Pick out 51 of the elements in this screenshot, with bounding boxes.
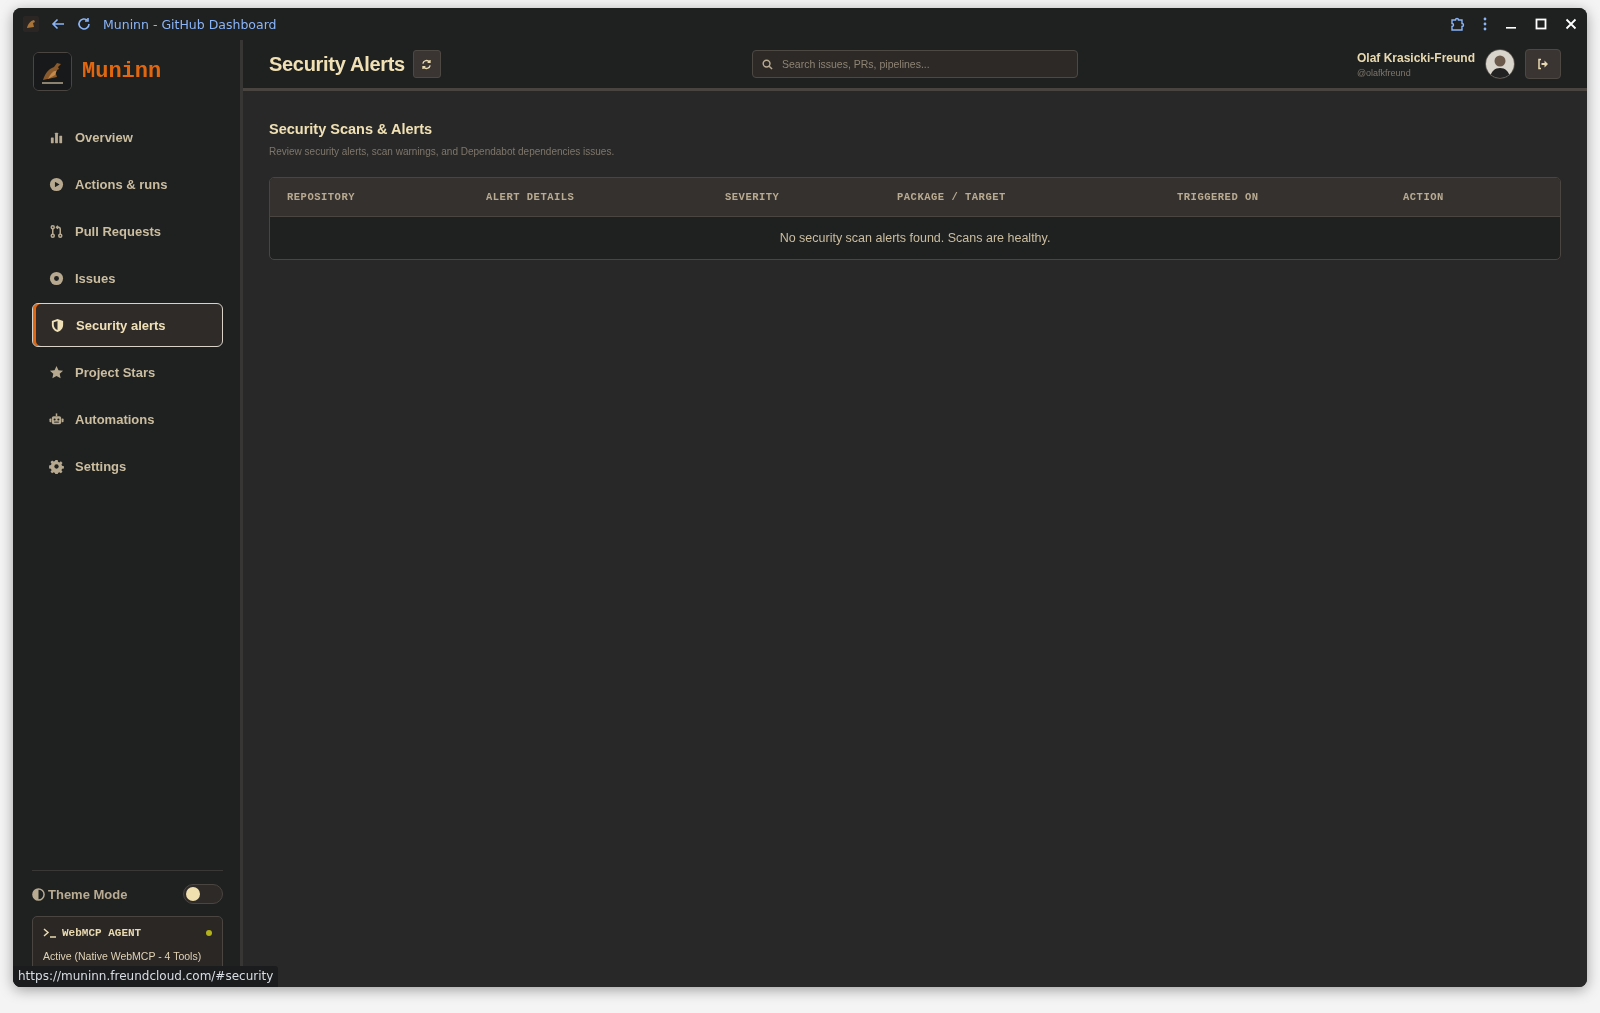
column-header: TRIGGERED ON <box>1177 191 1260 203</box>
logout-icon <box>1537 58 1549 70</box>
empty-message: No security scan alerts found. Scans are healthy. <box>779 231 1051 245</box>
column-header: PACKAGE / TARGET <box>897 191 1007 203</box>
column-header: ACTION <box>1403 191 1445 203</box>
user-handle: @olafkfreund <box>1356 67 1412 78</box>
column-header: ALERT DETAILS <box>486 191 576 203</box>
theme-mode-label: Theme Mode <box>48 886 128 902</box>
brand-name: Muninn <box>82 59 162 84</box>
raven-logo <box>33 52 72 91</box>
app-icon <box>23 16 39 32</box>
agent-status: Active (Native WebMCP - 4 Tools) <box>43 950 203 962</box>
robot-icon <box>49 411 64 427</box>
terminal-icon <box>43 928 56 938</box>
user-name: Olaf Krasicki-Freund <box>1356 50 1475 65</box>
nav-item[interactable]: Automations <box>32 397 223 441</box>
column-header: REPOSITORY <box>287 191 356 203</box>
section-description: Review security alerts, scan warnings, and Dependabot dependencies issues. <box>269 146 616 157</box>
issue-icon <box>49 270 64 286</box>
play-icon <box>49 176 64 192</box>
page-title: Security Alerts <box>269 52 405 76</box>
nav-item[interactable]: Project Stars <box>32 350 223 394</box>
section-title: Security Scans & Alerts <box>269 121 434 137</box>
column-header: SEVERITY <box>725 191 781 203</box>
nav-item[interactable]: Pull Requests <box>32 209 223 253</box>
puzzle-icon[interactable] <box>1450 16 1465 32</box>
gear-icon <box>49 458 64 474</box>
status-url: https://muninn.freundcloud.com/#security <box>13 966 279 987</box>
nav-item[interactable]: Settings <box>32 444 223 488</box>
shield-icon <box>50 317 65 333</box>
back-icon[interactable] <box>51 17 65 31</box>
more-icon[interactable] <box>1483 17 1487 31</box>
maximize-icon[interactable] <box>1535 18 1547 30</box>
contrast-icon <box>32 887 45 901</box>
search-icon <box>762 58 773 70</box>
pull-icon <box>49 223 64 239</box>
nav-item[interactable]: Issues <box>32 256 223 300</box>
theme-toggle[interactable] <box>183 884 223 904</box>
nav-item[interactable]: Overview <box>32 115 223 159</box>
search-field[interactable]: Search issues, PRs, pipelines... <box>752 50 1078 78</box>
close-icon[interactable] <box>1565 18 1577 30</box>
agent-title: WebMCP AGENT <box>62 927 143 939</box>
avatar[interactable] <box>1485 49 1515 79</box>
star-icon <box>49 364 64 380</box>
logout-button[interactable] <box>1525 49 1561 79</box>
nav-item[interactable]: Security alerts <box>32 303 223 347</box>
refresh-button[interactable] <box>412 50 441 78</box>
window-title: Muninn - GitHub Dashboard <box>103 16 278 32</box>
reload-icon[interactable] <box>77 17 91 31</box>
nav-item[interactable]: Actions & runs <box>32 162 223 206</box>
refresh-icon <box>421 58 433 70</box>
